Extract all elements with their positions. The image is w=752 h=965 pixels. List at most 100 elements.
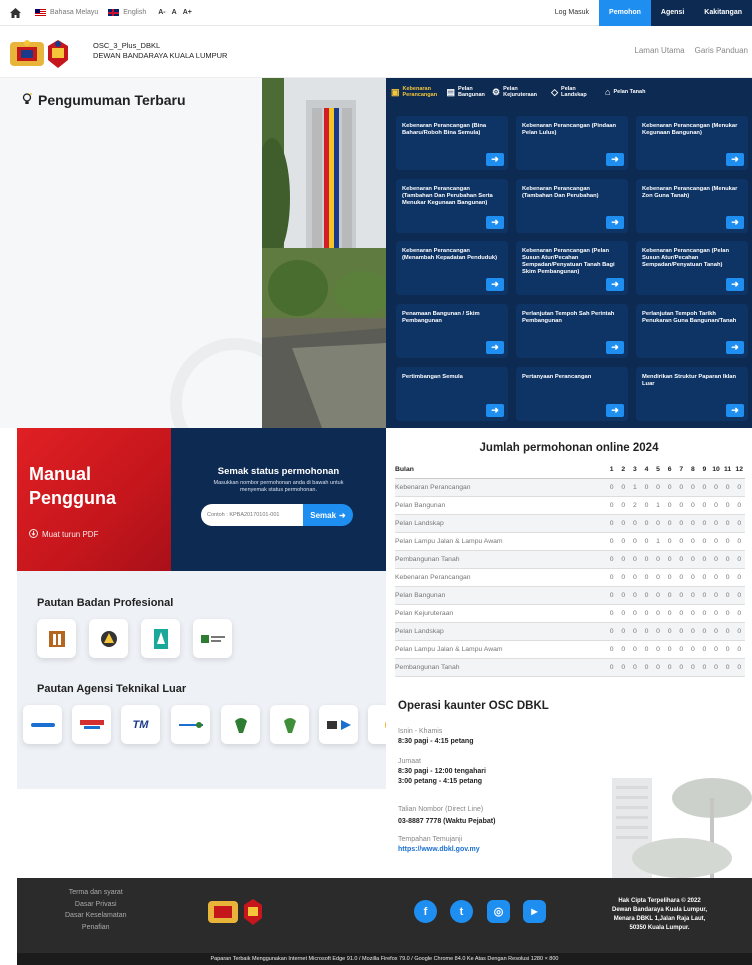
service-card-label: Penamaan Bangunan / Skim Pembangunan bbox=[402, 311, 480, 324]
language-english[interactable]: English bbox=[108, 9, 146, 16]
service-card[interactable]: Perlanjutan Tempoh Sah Perintah Pembangu… bbox=[516, 304, 628, 358]
font-increase-button[interactable]: A+ bbox=[183, 9, 192, 16]
copyright-line4: 50350 Kuala Lumpur. bbox=[629, 925, 690, 931]
jkr-logo-icon[interactable] bbox=[221, 705, 260, 744]
stats-cell: 0 bbox=[617, 604, 630, 623]
agency-logo-partial[interactable] bbox=[368, 705, 386, 744]
service-card[interactable]: Pertimbangan Semula ➜ bbox=[396, 367, 508, 421]
service-card[interactable]: Kebenaran Perancangan (Tambahan Dan Peru… bbox=[396, 179, 508, 233]
indah-water-logo-icon[interactable] bbox=[171, 705, 210, 744]
stats-row: Kebenaran Perancangan 0 0 0 0 0 0 0 0 0 0 0 0 bbox=[395, 568, 745, 587]
stats-row-label: Pelan Bangunan bbox=[395, 496, 606, 515]
arrow-right-icon[interactable]: ➜ bbox=[486, 153, 504, 166]
footer-link-security[interactable]: Dasar Keselamatan bbox=[65, 910, 126, 922]
arrow-right-icon[interactable]: ➜ bbox=[606, 404, 624, 417]
footer-link-terms[interactable]: Terma dan syarat bbox=[65, 887, 126, 899]
logo[interactable] bbox=[8, 38, 80, 70]
stats-cell: 0 bbox=[675, 532, 688, 551]
stats-row: Kebenaran Perancangan 0 0 1 0 0 0 0 0 0 0 0 0 bbox=[395, 478, 745, 497]
stats-cell: 0 bbox=[721, 514, 734, 533]
application-number-input[interactable] bbox=[201, 504, 303, 526]
tab-kakitangan[interactable]: Kakitangan bbox=[694, 0, 752, 26]
footer-link-privacy[interactable]: Dasar Privasi bbox=[65, 899, 126, 911]
arrow-right-icon[interactable]: ➜ bbox=[726, 216, 744, 229]
font-decrease-button[interactable]: A- bbox=[158, 9, 165, 16]
tab-pelan-kejuruteraan[interactable]: ⚙ Pelan Kejuruteraan bbox=[487, 86, 546, 98]
lam-logo-icon[interactable] bbox=[37, 619, 76, 658]
arrow-right-icon[interactable]: ➜ bbox=[726, 404, 744, 417]
header-nav: Laman Utama Garis Panduan bbox=[634, 46, 748, 55]
facebook-icon[interactable]: f bbox=[414, 900, 437, 923]
stats-cell: 0 bbox=[733, 604, 745, 623]
service-card[interactable]: Kebenaran Perancangan (Menukar Kegunaan … bbox=[636, 116, 748, 170]
manual-title: Manual Pengguna bbox=[29, 462, 116, 510]
tm-logo-icon[interactable]: TM bbox=[121, 705, 160, 744]
tab-pelan-tanah[interactable]: ⌂ Pelan Tanah bbox=[600, 88, 650, 97]
arrow-right-icon[interactable]: ➜ bbox=[606, 216, 624, 229]
arrow-right-icon[interactable]: ➜ bbox=[486, 404, 504, 417]
instagram-glyph: ◎ bbox=[493, 906, 504, 918]
arrow-right-icon[interactable]: ➜ bbox=[726, 278, 744, 291]
font-size-controls: A- A A+ bbox=[158, 9, 192, 16]
service-card[interactable]: Kebenaran Perancangan (Pelan Susun Atur/… bbox=[516, 241, 628, 295]
tab-kebenaran-perancangan[interactable]: ▣ Kebenaran Perancangan bbox=[386, 86, 442, 98]
service-card[interactable]: Penamaan Bangunan / Skim Pembangunan ➜ bbox=[396, 304, 508, 358]
weekday-hours: Isnin - Khamis 8:30 pagi - 4:15 petang bbox=[398, 727, 473, 747]
landscape-icon: ◇ bbox=[551, 87, 559, 97]
nav-laman-utama[interactable]: Laman Utama bbox=[634, 46, 684, 55]
arrow-right-icon[interactable]: ➜ bbox=[486, 216, 504, 229]
arrow-right-icon[interactable]: ➜ bbox=[726, 153, 744, 166]
air-selangor-logo-icon[interactable] bbox=[23, 705, 62, 744]
login-link[interactable]: Log Masuk bbox=[545, 0, 599, 26]
gas-malaysia-logo-icon[interactable] bbox=[319, 705, 358, 744]
stats-cell: 0 bbox=[710, 640, 722, 659]
bem-logo-icon[interactable] bbox=[89, 619, 128, 658]
stats-cell: 0 bbox=[698, 622, 711, 641]
service-card[interactable]: Kebenaran Perancangan (Pindaan Pelan Lul… bbox=[516, 116, 628, 170]
font-default-button[interactable]: A bbox=[172, 9, 177, 16]
stats-cell: 0 bbox=[733, 496, 745, 515]
arrow-right-icon[interactable]: ➜ bbox=[606, 278, 624, 291]
instagram-icon[interactable]: ◎ bbox=[487, 900, 510, 923]
stats-row-label: Pembangunan Tanah bbox=[395, 550, 606, 569]
service-card[interactable]: Mendirikan Struktur Paparan Iklan Luar ➜ bbox=[636, 367, 748, 421]
stats-cell: 0 bbox=[605, 532, 618, 551]
service-card[interactable]: Kebenaran Perancangan (Menambah Kepadata… bbox=[396, 241, 508, 295]
appointment-link[interactable]: https://www.dbkl.gov.my bbox=[398, 845, 480, 855]
stats-cell: 0 bbox=[640, 568, 653, 587]
arrow-right-icon[interactable]: ➜ bbox=[606, 341, 624, 354]
home-icon[interactable] bbox=[9, 7, 21, 19]
nav-garis-panduan[interactable]: Garis Panduan bbox=[695, 46, 748, 55]
pam-logo-icon[interactable] bbox=[141, 619, 180, 658]
twitter-icon[interactable]: t bbox=[450, 900, 473, 923]
service-card[interactable]: Kebenaran Perancangan (Menukar Zon Guna … bbox=[636, 179, 748, 233]
user-manual-banner[interactable]: Manual Pengguna Muat turun PDF bbox=[17, 428, 171, 571]
lightbulb-icon bbox=[22, 92, 32, 108]
iwk-logo-icon[interactable] bbox=[72, 705, 111, 744]
tab-pelan-landskap[interactable]: ◇ Pelan Landskap bbox=[546, 86, 594, 98]
service-card[interactable]: Pertanyaan Perancangan ➜ bbox=[516, 367, 628, 421]
youtube-icon[interactable]: ▶ bbox=[523, 900, 546, 923]
footer-link-disclaimer[interactable]: Penafian bbox=[65, 922, 126, 934]
download-pdf-link[interactable]: Muat turun PDF bbox=[29, 529, 98, 540]
stats-cell: 1 bbox=[652, 496, 664, 515]
tab-agensi[interactable]: Agensi bbox=[650, 0, 695, 26]
tab-pemohon[interactable]: Pemohon bbox=[599, 0, 651, 26]
arrow-right-icon[interactable]: ➜ bbox=[606, 153, 624, 166]
stats-cell: 0 bbox=[687, 586, 699, 605]
service-card[interactable]: Perlanjutan Tempoh Tarikh Penukaran Guna… bbox=[636, 304, 748, 358]
service-card[interactable]: Kebenaran Perancangan (Pelan Susun Atur/… bbox=[636, 241, 748, 295]
tab-pelan-bangunan[interactable]: ▤ Pelan Bangunan bbox=[442, 86, 488, 98]
service-card[interactable]: Kebenaran Perancangan (Bina Baharu/Roboh… bbox=[396, 116, 508, 170]
check-button[interactable]: Semak ➜ bbox=[303, 504, 353, 526]
arrow-right-icon[interactable]: ➜ bbox=[486, 278, 504, 291]
language-malay[interactable]: Bahasa Melayu bbox=[35, 9, 98, 16]
hero-photo bbox=[262, 78, 386, 428]
stats-cell: 0 bbox=[617, 550, 630, 569]
service-card[interactable]: Kebenaran Perancangan (Tambahan Dan Peru… bbox=[516, 179, 628, 233]
stats-cell: 0 bbox=[605, 622, 618, 641]
jps-logo-icon[interactable] bbox=[270, 705, 309, 744]
rism-logo-icon[interactable] bbox=[193, 619, 232, 658]
arrow-right-icon[interactable]: ➜ bbox=[486, 341, 504, 354]
arrow-right-icon[interactable]: ➜ bbox=[726, 341, 744, 354]
